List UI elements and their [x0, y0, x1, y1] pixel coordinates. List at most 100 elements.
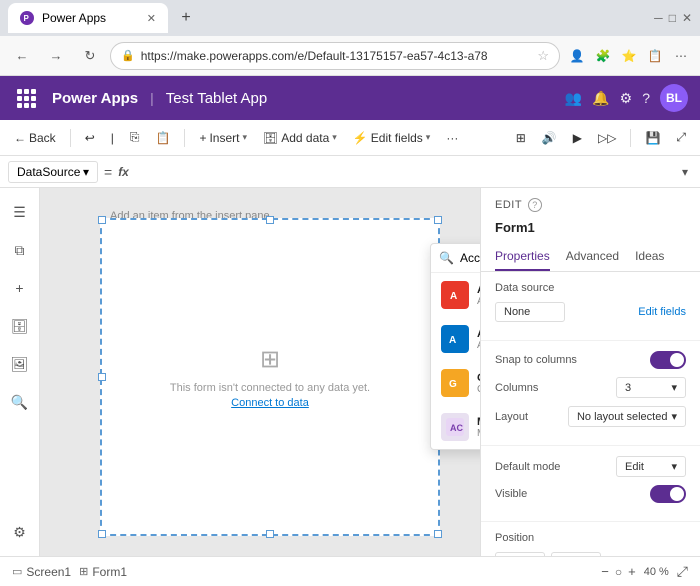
handle-br[interactable] [434, 530, 442, 538]
list-item[interactable]: A AccuWeather (Independent P... AccuWeat… [431, 273, 480, 317]
sidebar-icon-media[interactable]: 🖼 [4, 348, 36, 380]
add-data-btn[interactable]: 🗄 Add data ▾ [257, 127, 343, 149]
snap-toggle[interactable] [650, 351, 686, 369]
insert-btn[interactable]: + Insert ▾ [193, 127, 253, 149]
back-nav-btn[interactable]: ← [8, 42, 36, 70]
play-btn[interactable]: ▶ [567, 127, 588, 149]
run-btn[interactable]: ▷▷ [592, 127, 622, 149]
fit-screen-btn[interactable]: ⤢ [677, 563, 688, 580]
sidebar-icon-settings[interactable]: ⚙ [4, 516, 36, 548]
accuweather-name: AccuWeather (Independent P... [477, 284, 480, 296]
people-icon[interactable]: 👥 [565, 90, 582, 107]
list-item[interactable]: G GetAccept GetAccept provides a sales e… [431, 361, 480, 405]
profile-icon[interactable]: 👤 [566, 45, 588, 67]
search-icon: 🔍 [439, 251, 454, 265]
handle-bc[interactable] [266, 530, 274, 538]
zoom-minus-btn[interactable]: − [601, 564, 609, 579]
svg-text:P: P [24, 14, 30, 23]
new-tab-btn[interactable]: + [172, 4, 200, 32]
layout-dropdown[interactable]: No layout selected ▾ [568, 406, 686, 427]
edit-fields-btn[interactable]: ⚡ Edit fields ▾ [347, 127, 437, 149]
edit-label: EDIT [495, 199, 522, 211]
y-input[interactable] [551, 552, 601, 556]
formula-input[interactable] [135, 162, 672, 182]
default-mode-label: Default mode [495, 461, 560, 473]
datasource-dropdown[interactable]: DataSource ▾ [8, 161, 98, 183]
star-btn[interactable]: ☆ [537, 48, 549, 64]
browser-chrome: P Power Apps ✕ + ─ □ ✕ ← → ↻ 🔒 https://m… [0, 0, 700, 76]
form-connect-link[interactable]: Connect to data [231, 397, 309, 409]
address-text: https://make.powerapps.com/e/Default-131… [141, 49, 532, 63]
panel-section-columns: Snap to columns Columns 3 ▾ Layout No la… [481, 341, 700, 446]
columns-label: Columns [495, 382, 538, 394]
close-browser-btn[interactable]: ✕ [682, 11, 692, 25]
form1-tab[interactable]: ⊞ Form1 [79, 565, 127, 579]
save-btn[interactable]: 💾 [639, 127, 666, 149]
refresh-btn[interactable]: ↻ [76, 42, 104, 70]
getaccept-desc: GetAccept provides a sales enablement pl… [477, 384, 480, 395]
search-field-input[interactable] [460, 251, 480, 265]
preview-mode-btn[interactable]: ⊞ [510, 127, 532, 149]
back-btn[interactable]: ← Back [8, 127, 62, 149]
database-icon: 🗄 [263, 131, 278, 145]
sidebar-icon-tree[interactable]: ☰ [4, 196, 36, 228]
audio-btn[interactable]: 🔊 [536, 127, 563, 149]
app-brand-title: Power Apps [52, 90, 138, 107]
sidebar-icon-search[interactable]: 🔍 [4, 386, 36, 418]
copy-btn[interactable]: ⎘ [124, 126, 146, 149]
extensions-icon[interactable]: 🧩 [592, 45, 614, 67]
layout-row: Layout No layout selected ▾ [495, 406, 686, 427]
help-icon[interactable]: ? [642, 90, 650, 106]
favorites-icon[interactable]: ⭐ [618, 45, 640, 67]
minimize-btn[interactable]: ─ [654, 11, 663, 25]
add-data-chevron: ▾ [332, 132, 337, 143]
tab-advanced[interactable]: Advanced [566, 243, 619, 271]
handle-tc[interactable] [266, 216, 274, 224]
snap-row: Snap to columns [495, 351, 686, 369]
forward-nav-btn[interactable]: → [42, 42, 70, 70]
handle-tl[interactable] [98, 216, 106, 224]
settings-icon[interactable]: ⋯ [670, 45, 692, 67]
default-mode-dropdown[interactable]: Edit ▾ [616, 456, 686, 477]
visible-toggle[interactable] [650, 485, 686, 503]
list-item[interactable]: AC My Acclaro My Acclaro allows you to s… [431, 405, 480, 449]
list-item[interactable]: A Azure AD Identity and Access A connect… [431, 317, 480, 361]
avatar[interactable]: BL [660, 84, 688, 112]
position-label-row: Position [495, 532, 686, 544]
undo-btn[interactable]: ↩ [79, 127, 101, 149]
tab-properties[interactable]: Properties [495, 243, 550, 271]
zoom-plus-btn[interactable]: + [628, 564, 636, 579]
tab-ideas[interactable]: Ideas [635, 243, 664, 271]
notification-icon[interactable]: 🔔 [592, 90, 609, 107]
getaccept-icon: G [441, 369, 469, 397]
form-container[interactable]: ⊞ This form isn't connected to any data … [100, 218, 440, 536]
handle-bl[interactable] [98, 530, 106, 538]
none-dropdown[interactable]: None [495, 302, 565, 322]
x-input[interactable] [495, 552, 545, 556]
svg-text:G: G [449, 379, 457, 390]
handle-tr[interactable] [434, 216, 442, 224]
handle-ml[interactable] [98, 373, 106, 381]
datasource-search-popup: 🔍 ✕ A AccuWeather (Independent P... Accu… [430, 243, 480, 450]
edit-fields-link[interactable]: Edit fields [638, 306, 686, 318]
maximize-btn[interactable]: □ [669, 11, 676, 25]
expand-toolbar-btn[interactable]: ⤢ [670, 126, 692, 149]
gear-icon[interactable]: ⚙ [620, 90, 633, 107]
address-bar[interactable]: 🔒 https://make.powerapps.com/e/Default-1… [110, 42, 560, 70]
edit-info-icon[interactable]: ? [528, 198, 542, 212]
expand-formula-btn[interactable]: ▾ [678, 161, 692, 183]
screen1-tab[interactable]: ▭ Screen1 [12, 565, 71, 579]
sidebar-icon-insert[interactable]: + [4, 272, 36, 304]
screen-label: Screen1 [26, 565, 71, 579]
collections-icon[interactable]: 📋 [644, 45, 666, 67]
tab-close-btn[interactable]: ✕ [147, 12, 156, 25]
paste-btn[interactable]: 📋 [149, 127, 176, 149]
waffle-menu-btn[interactable] [12, 84, 40, 112]
canvas-area[interactable]: Add an item from the insert pane ⊞ This … [40, 188, 480, 556]
sidebar-icon-data[interactable]: 🗄 [4, 310, 36, 342]
sidebar-icon-components[interactable]: ⧉ [4, 234, 36, 266]
more-btn[interactable]: ··· [440, 127, 464, 149]
toolbar-divider-1 [70, 129, 71, 147]
active-tab[interactable]: P Power Apps ✕ [8, 3, 168, 33]
columns-dropdown[interactable]: 3 ▾ [616, 377, 686, 398]
